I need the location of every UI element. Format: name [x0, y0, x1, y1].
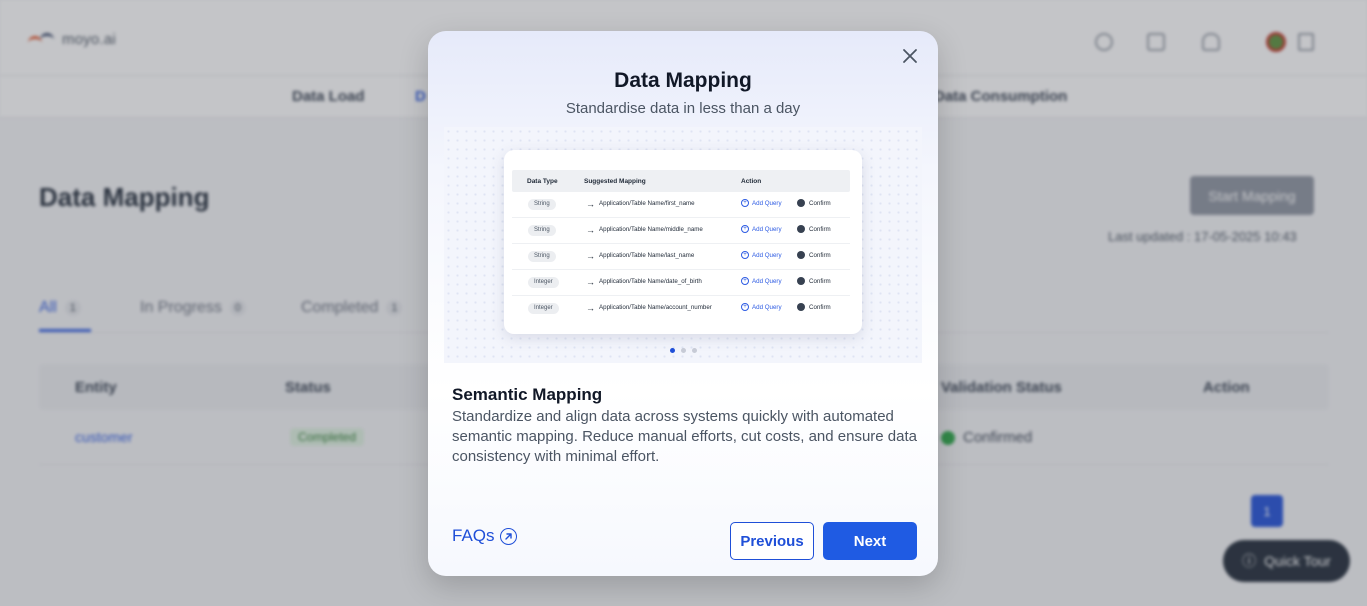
- plus-circle-icon: +: [741, 251, 749, 259]
- check-circle-icon: [797, 225, 805, 233]
- suggested-mapping: Application/Table Name/account_number: [599, 304, 712, 311]
- add-query-label: Add Query: [752, 303, 782, 311]
- plus-circle-icon: +: [741, 277, 749, 285]
- plus-circle-icon: +: [741, 199, 749, 207]
- add-query-label: Add Query: [752, 199, 782, 207]
- confirm-label: Confirm: [809, 277, 831, 285]
- check-circle-icon: [797, 303, 805, 311]
- confirm-action: Confirm: [797, 225, 831, 233]
- data-type-pill: String: [528, 199, 556, 210]
- add-query-link: + Add Query: [741, 303, 782, 311]
- preview-header-suggested-mapping: Suggested Mapping: [584, 178, 646, 185]
- suggested-mapping: Application/Table Name/date_of_birth: [599, 278, 702, 285]
- check-circle-icon: [797, 199, 805, 207]
- modal-subtitle: Standardise data in less than a day: [565, 100, 801, 117]
- confirm-label: Confirm: [809, 199, 831, 207]
- suggested-mapping: Application/Table Name/first_name: [599, 200, 695, 207]
- preview-row: String → Application/Table Name/last_nam…: [512, 244, 850, 270]
- data-type-pill: Integer: [528, 303, 559, 314]
- data-type-pill: Integer: [528, 277, 559, 288]
- add-query-link: + Add Query: [741, 225, 782, 233]
- add-query-label: Add Query: [752, 225, 782, 233]
- faqs-link[interactable]: FAQs: [452, 526, 517, 546]
- confirm-label: Confirm: [809, 225, 831, 233]
- previous-button[interactable]: Previous: [730, 522, 814, 560]
- confirm-label: Confirm: [809, 251, 831, 259]
- check-circle-icon: [797, 251, 805, 259]
- faqs-label: FAQs: [452, 526, 495, 545]
- add-query-link: + Add Query: [741, 199, 782, 207]
- preview-header-action: Action: [741, 178, 762, 185]
- preview-row: Integer → Application/Table Name/account…: [512, 296, 850, 322]
- add-query-label: Add Query: [752, 277, 782, 285]
- suggested-mapping: Application/Table Name/last_name: [599, 252, 695, 259]
- carousel-dot-1[interactable]: [669, 348, 675, 353]
- mapping-preview-card: Data Type Suggested Mapping Action Strin…: [504, 150, 862, 334]
- arrow-right-icon: →: [586, 303, 595, 313]
- check-circle-icon: [797, 277, 805, 285]
- preview-table-header: [512, 170, 850, 192]
- plus-circle-icon: +: [741, 225, 749, 233]
- preview-header-data-type: Data Type: [527, 178, 558, 185]
- preview-row: String → Application/Table Name/first_na…: [512, 192, 850, 218]
- carousel-dots: [444, 348, 922, 353]
- arrow-right-icon: →: [586, 199, 595, 209]
- suggested-mapping: Application/Table Name/middle_name: [599, 226, 703, 233]
- add-query-link: + Add Query: [741, 251, 782, 259]
- add-query-label: Add Query: [752, 251, 782, 259]
- confirm-action: Confirm: [797, 199, 831, 207]
- plus-circle-icon: +: [741, 303, 749, 311]
- external-link-icon: [499, 527, 517, 545]
- carousel-dot-3[interactable]: [691, 348, 697, 353]
- add-query-link: + Add Query: [741, 277, 782, 285]
- carousel-dot-2[interactable]: [680, 348, 686, 353]
- arrow-right-icon: →: [586, 225, 595, 235]
- arrow-right-icon: →: [586, 277, 595, 287]
- feature-description: Standardize and align data across system…: [452, 408, 917, 465]
- feature-illustration: Data Type Suggested Mapping Action Strin…: [444, 127, 922, 363]
- preview-row: Integer → Application/Table Name/date_of…: [512, 270, 850, 296]
- data-type-pill: String: [528, 225, 556, 236]
- confirm-action: Confirm: [797, 303, 831, 311]
- modal-title: Data Mapping: [614, 69, 752, 92]
- preview-row: String → Application/Table Name/middle_n…: [512, 218, 850, 244]
- confirm-action: Confirm: [797, 277, 831, 285]
- close-icon[interactable]: [899, 45, 921, 67]
- confirm-action: Confirm: [797, 251, 831, 259]
- onboarding-modal: Data Mapping Standardise data in less th…: [428, 31, 938, 576]
- next-button[interactable]: Next: [823, 522, 917, 560]
- confirm-label: Confirm: [809, 303, 831, 311]
- feature-title: Semantic Mapping: [452, 385, 603, 404]
- arrow-right-icon: →: [586, 251, 595, 261]
- data-type-pill: String: [528, 251, 556, 262]
